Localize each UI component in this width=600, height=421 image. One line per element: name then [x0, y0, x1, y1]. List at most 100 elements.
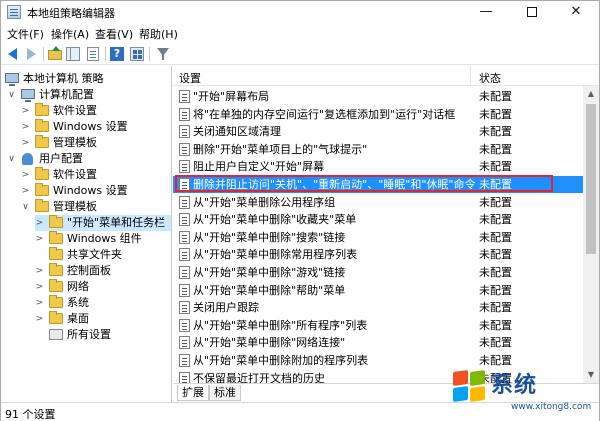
- expand-chevron-icon[interactable]: >: [21, 119, 30, 135]
- tree-item-control-panel[interactable]: > 控制面板: [35, 263, 171, 279]
- setting-name: 不保留最近打开文档的历史: [193, 371, 325, 383]
- tree-item-shared-folders[interactable]: 共享文件夹: [35, 247, 171, 263]
- vertical-scrollbar[interactable]: ▲ ▼: [583, 86, 599, 383]
- expand-chevron-icon[interactable]: >: [21, 183, 30, 199]
- tree-item-windows-settings[interactable]: > Windows 设置: [21, 119, 171, 135]
- toolbar: ?: [1, 43, 599, 65]
- back-icon[interactable]: [5, 46, 21, 62]
- watermark-brand: 系统: [491, 372, 538, 398]
- tree-item-user-software-settings[interactable]: > 软件设置: [21, 167, 171, 183]
- setting-name: "开始"屏幕布局: [193, 90, 270, 103]
- tree-item-user-windows-settings[interactable]: > Windows 设置: [21, 183, 171, 199]
- scroll-up-icon[interactable]: ▲: [583, 86, 599, 102]
- tab-extended[interactable]: 扩展: [177, 385, 209, 401]
- expand-chevron-icon[interactable]: >: [35, 295, 44, 311]
- policy-setting-icon: [179, 107, 190, 121]
- table-row[interactable]: "开始"屏幕布局 未配置: [173, 88, 583, 105]
- tree-item-desktop[interactable]: > 桌面: [35, 311, 171, 327]
- folder-icon: [35, 103, 49, 116]
- settings-list[interactable]: 设置 状态 "开始"屏幕布局 未配置 将"在单独的内存空间运行"复选框添加到"运行"…: [173, 66, 599, 383]
- tree-item-network[interactable]: > 网络: [35, 279, 171, 295]
- properties-icon[interactable]: [129, 46, 145, 62]
- expand-chevron-icon[interactable]: >: [21, 103, 30, 119]
- table-row[interactable]: 从"开始"菜单中删除"游戏"链接 未配置: [173, 264, 583, 281]
- folder-icon: [35, 119, 49, 132]
- tree-item-windows-components[interactable]: > Windows 组件: [35, 231, 171, 247]
- setting-name: 删除"开始"菜单项目上的"气球提示": [193, 142, 368, 156]
- setting-name: 从"开始"菜单中删除"帮助"菜单: [193, 283, 346, 297]
- tab-standard[interactable]: 标准: [209, 385, 241, 401]
- menu-help[interactable]: 帮助(H): [139, 26, 178, 42]
- highlight-annotation-box: [175, 175, 553, 192]
- menu-view[interactable]: 查看(V): [95, 26, 133, 42]
- maximize-button[interactable]: [509, 1, 555, 23]
- title-bar[interactable]: 本地组策略编辑器 — ✕: [1, 1, 599, 23]
- tree-item-software-settings[interactable]: > 软件设置: [21, 103, 171, 119]
- table-row[interactable]: 从"开始"菜单中删除"搜索"链接 未配置: [173, 229, 583, 246]
- policy-setting-icon: [179, 125, 190, 139]
- setting-state: 未配置: [479, 195, 512, 209]
- forward-icon[interactable]: [23, 46, 39, 62]
- folder-icon: [49, 311, 63, 324]
- setting-state: 未配置: [479, 107, 512, 121]
- setting-name: 从"开始"菜单中删除"搜索"链接: [193, 230, 346, 244]
- menu-action[interactable]: 操作(A): [51, 26, 89, 42]
- folder-icon: [35, 183, 49, 196]
- table-row[interactable]: 删除"开始"菜单项目上的"气球提示" 未配置: [173, 141, 583, 158]
- show-hide-tree-icon[interactable]: [65, 46, 81, 62]
- tree-item-all-settings[interactable]: 所有设置: [35, 327, 171, 343]
- expand-chevron-icon[interactable]: >: [35, 215, 44, 231]
- table-row[interactable]: 将"在单独的内存空间运行"复选框添加到"运行"对话框 未配置: [173, 106, 583, 123]
- tree-item-computer-config[interactable]: ∨ 计算机配置: [7, 87, 171, 103]
- scroll-thumb[interactable]: [586, 104, 596, 254]
- expand-chevron-icon[interactable]: >: [21, 135, 30, 151]
- menu-file[interactable]: 文件(F): [7, 26, 44, 42]
- collapse-chevron-icon[interactable]: ∨: [7, 87, 16, 103]
- collapse-chevron-icon[interactable]: ∨: [21, 199, 30, 215]
- tree-item-start-menu-taskbar[interactable]: > "开始"菜单和任务栏: [35, 215, 171, 231]
- policy-setting-icon: [179, 318, 190, 332]
- setting-name: 阻止用户自定义"开始"屏幕: [193, 160, 325, 174]
- filter-icon[interactable]: [155, 46, 171, 62]
- table-row[interactable]: 关闭通知区域清理 未配置: [173, 123, 583, 140]
- table-row[interactable]: 阻止用户自定义"开始"屏幕 未配置: [173, 158, 583, 175]
- tree-item-system[interactable]: > 系统: [35, 295, 171, 311]
- close-button[interactable]: ✕: [553, 1, 599, 23]
- folder-icon: [35, 167, 49, 180]
- expand-chevron-icon[interactable]: >: [21, 167, 30, 183]
- table-row[interactable]: 从"开始"菜单中删除"收藏夹"菜单 未配置: [173, 211, 583, 228]
- column-header-setting[interactable]: 设置: [179, 70, 201, 86]
- computer-icon: [21, 89, 35, 102]
- setting-state: 未配置: [479, 230, 512, 244]
- export-list-icon[interactable]: [85, 46, 101, 62]
- setting-name: 关闭用户跟踪: [193, 301, 259, 315]
- up-folder-icon[interactable]: [47, 46, 63, 62]
- folder-icon: [49, 279, 63, 292]
- expand-chevron-icon[interactable]: >: [35, 263, 44, 279]
- expand-chevron-icon[interactable]: >: [35, 231, 44, 247]
- column-header-state[interactable]: 状态: [479, 70, 501, 86]
- tree-item-admin-templates[interactable]: > 管理模板: [21, 135, 171, 151]
- folder-icon: [49, 263, 63, 276]
- setting-state: 未配置: [479, 160, 512, 174]
- setting-state: 未配置: [479, 266, 512, 279]
- setting-name: 从"开始"菜单中删除"所有程序"列表: [193, 318, 368, 332]
- tree-item-local-computer-policy[interactable]: 本地计算机 策略: [5, 71, 171, 87]
- table-row[interactable]: 从"开始"菜单中删除"帮助"菜单 未配置: [173, 282, 583, 299]
- collapse-chevron-icon[interactable]: ∨: [7, 151, 16, 167]
- table-row[interactable]: 关闭用户跟踪 未配置: [173, 299, 583, 316]
- setting-state: 未配置: [479, 213, 512, 227]
- expand-chevron-icon[interactable]: >: [35, 279, 44, 295]
- table-row[interactable]: 从"开始"菜单删除公用程序组 未配置: [173, 194, 583, 211]
- minimize-button[interactable]: —: [463, 1, 509, 23]
- table-row[interactable]: 从"开始"菜单中删除常用程序列表 未配置: [173, 246, 583, 263]
- help-icon[interactable]: ?: [109, 46, 125, 62]
- table-row[interactable]: 从"开始"菜单中删除"网络连接" 未配置: [173, 334, 583, 351]
- policy-tree[interactable]: 本地计算机 策略 ∨ 计算机配置 > 软件设置 > Windows 设置 > 管…: [1, 66, 172, 402]
- table-row[interactable]: 从"开始"菜单中删除"所有程序"列表 未配置: [173, 317, 583, 334]
- setting-state: 未配置: [479, 336, 512, 350]
- tree-item-user-config[interactable]: ∨ 用户配置: [7, 151, 171, 167]
- column-divider[interactable]: [470, 66, 471, 86]
- expand-chevron-icon[interactable]: >: [35, 311, 44, 327]
- tree-item-user-admin-templates[interactable]: ∨ 管理模板: [21, 199, 171, 215]
